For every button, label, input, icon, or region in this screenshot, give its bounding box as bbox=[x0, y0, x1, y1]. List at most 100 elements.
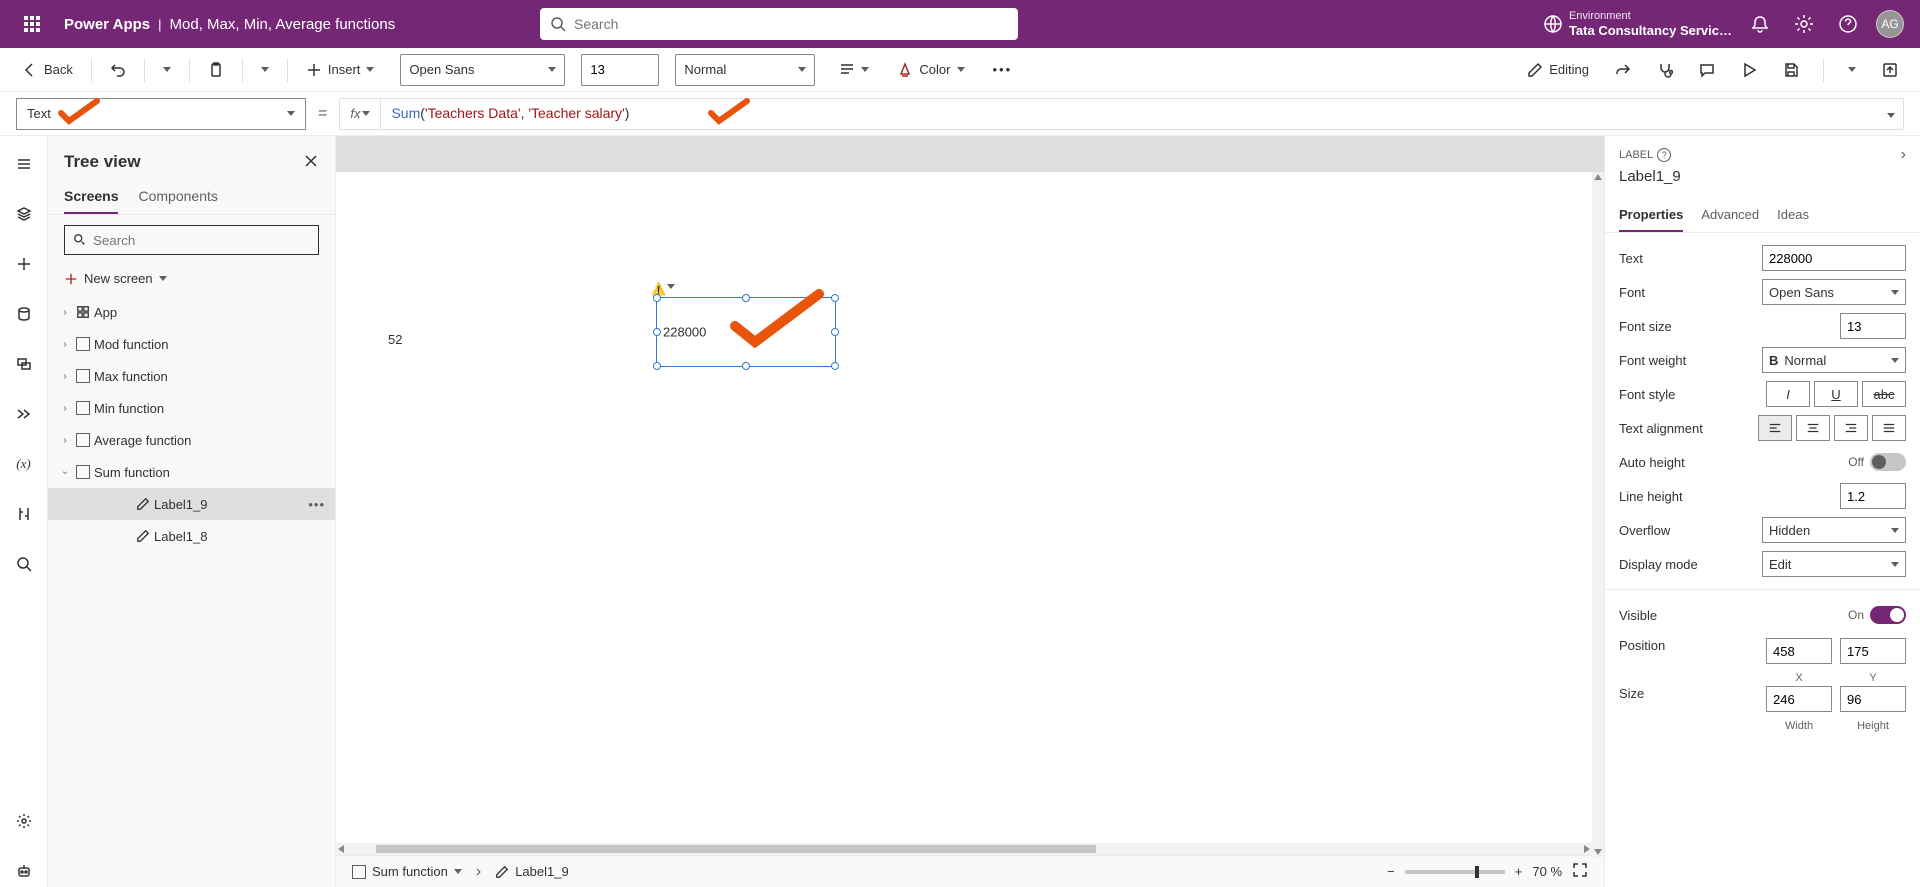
tree-item-app[interactable]: › App bbox=[48, 296, 335, 328]
canvas-horizontal-scrollbar[interactable] bbox=[336, 843, 1592, 855]
prop-text-input[interactable] bbox=[1762, 245, 1906, 271]
font-family-dropdown[interactable]: Open Sans bbox=[400, 54, 565, 86]
canvas[interactable]: 52 ⚠️ 228000 bbox=[336, 172, 1594, 843]
resize-handle[interactable] bbox=[653, 328, 661, 336]
variables-button[interactable]: (x) bbox=[8, 448, 40, 480]
breadcrumb-screen[interactable]: Sum function bbox=[352, 864, 462, 879]
app-checker-button[interactable] bbox=[1651, 58, 1679, 82]
settings-button[interactable] bbox=[1788, 8, 1820, 40]
prop-y-input[interactable] bbox=[1840, 638, 1906, 664]
resize-handle[interactable] bbox=[831, 294, 839, 302]
zoom-slider-thumb[interactable] bbox=[1475, 866, 1479, 878]
insert-pane-button[interactable] bbox=[8, 248, 40, 280]
tree-item-average-function[interactable]: › Average function bbox=[48, 424, 335, 456]
search-pane-button[interactable] bbox=[8, 548, 40, 580]
close-tree-button[interactable] bbox=[303, 153, 319, 172]
zoom-slider[interactable] bbox=[1405, 870, 1505, 874]
align-left-button[interactable] bbox=[1758, 415, 1792, 441]
italic-button[interactable]: I bbox=[1766, 381, 1810, 407]
font-size-input[interactable] bbox=[581, 54, 659, 86]
tree-item-max-function[interactable]: › Max function bbox=[48, 360, 335, 392]
save-button[interactable] bbox=[1777, 58, 1805, 82]
underline-button[interactable]: U bbox=[1814, 381, 1858, 407]
canvas-label1-8[interactable]: 52 bbox=[388, 332, 402, 347]
global-search-input[interactable] bbox=[574, 16, 1008, 32]
prop-fontweight-dropdown[interactable]: BNormal bbox=[1762, 347, 1906, 373]
formula-expand-button[interactable] bbox=[1879, 106, 1903, 121]
align-button[interactable] bbox=[833, 58, 875, 82]
paste-split-button[interactable] bbox=[255, 63, 275, 76]
comments-button[interactable] bbox=[1693, 58, 1721, 82]
zoom-out-button[interactable]: − bbox=[1387, 864, 1395, 879]
notifications-button[interactable] bbox=[1744, 8, 1776, 40]
resize-handle[interactable] bbox=[653, 362, 661, 370]
font-size-value[interactable] bbox=[590, 62, 650, 77]
back-button[interactable]: Back bbox=[16, 58, 79, 82]
canvas-vertical-scrollbar[interactable] bbox=[1592, 172, 1604, 857]
autoheight-toggle[interactable] bbox=[1870, 453, 1906, 471]
tree-item-sum-function[interactable]: › Sum function bbox=[48, 456, 335, 488]
tree-search[interactable] bbox=[64, 225, 319, 255]
tree-item-label1-9[interactable]: Label1_9 ••• bbox=[48, 488, 335, 520]
environment-picker[interactable]: Environment Tata Consultancy Servic… bbox=[1543, 10, 1732, 39]
resize-handle[interactable] bbox=[742, 362, 750, 370]
advanced-tools-button[interactable] bbox=[8, 498, 40, 530]
save-split-button[interactable] bbox=[1842, 63, 1862, 76]
virtual-agent-button[interactable] bbox=[8, 855, 40, 887]
help-button[interactable] bbox=[1832, 8, 1864, 40]
prop-fontsize-input[interactable] bbox=[1840, 313, 1906, 339]
tab-components[interactable]: Components bbox=[138, 180, 217, 214]
resize-handle[interactable] bbox=[831, 328, 839, 336]
global-search[interactable] bbox=[540, 8, 1018, 40]
undo-split-button[interactable] bbox=[157, 63, 177, 76]
tree-item-min-function[interactable]: › Min function bbox=[48, 392, 335, 424]
formula-editor[interactable]: fx Sum('Teachers Data', 'Teacher salary'… bbox=[339, 98, 1904, 130]
align-right-button[interactable] bbox=[1834, 415, 1868, 441]
control-name[interactable]: Label1_9 bbox=[1619, 168, 1906, 185]
tab-screens[interactable]: Screens bbox=[64, 180, 118, 214]
align-center-button[interactable] bbox=[1796, 415, 1830, 441]
tree-item-label1-8[interactable]: Label1_8 bbox=[48, 520, 335, 552]
settings-pane-button[interactable] bbox=[8, 805, 40, 837]
overflow-button[interactable]: ••• bbox=[987, 58, 1019, 81]
app-launcher-button[interactable] bbox=[8, 0, 56, 48]
property-selector[interactable]: Text bbox=[16, 98, 306, 130]
tree-view-button[interactable] bbox=[8, 198, 40, 230]
paste-button[interactable] bbox=[202, 58, 230, 82]
formula-input[interactable]: Sum('Teachers Data', 'Teacher salary') bbox=[381, 105, 1879, 122]
chevron-down-icon[interactable] bbox=[667, 284, 675, 289]
data-pane-button[interactable] bbox=[8, 298, 40, 330]
share-button[interactable] bbox=[1609, 58, 1637, 82]
app-file-name[interactable]: Mod, Max, Min, Average functions bbox=[170, 16, 396, 33]
info-icon[interactable]: ? bbox=[1657, 148, 1671, 162]
prop-lineheight-input[interactable] bbox=[1840, 483, 1906, 509]
tree-item-mod-function[interactable]: › Mod function bbox=[48, 328, 335, 360]
tab-advanced[interactable]: Advanced bbox=[1701, 199, 1759, 232]
font-weight-dropdown[interactable]: Normal bbox=[675, 54, 815, 86]
insert-button[interactable]: Insert bbox=[300, 58, 381, 82]
tree-item-more-button[interactable]: ••• bbox=[308, 497, 325, 512]
canvas-label1-9-selected[interactable]: ⚠️ 228000 bbox=[656, 297, 836, 367]
visible-toggle[interactable] bbox=[1870, 606, 1906, 624]
tree-search-input[interactable] bbox=[93, 233, 310, 248]
zoom-in-button[interactable]: + bbox=[1515, 864, 1523, 879]
hamburger-button[interactable] bbox=[8, 148, 40, 180]
publish-button[interactable] bbox=[1876, 58, 1904, 82]
scrollbar-thumb[interactable] bbox=[376, 845, 1096, 853]
new-screen-button[interactable]: New screen bbox=[48, 265, 335, 296]
user-avatar[interactable]: AG bbox=[1876, 10, 1904, 38]
prop-x-input[interactable] bbox=[1766, 638, 1832, 664]
align-justify-button[interactable] bbox=[1872, 415, 1906, 441]
undo-button[interactable] bbox=[104, 58, 132, 82]
strikethrough-button[interactable]: abc bbox=[1862, 381, 1906, 407]
editing-mode-button[interactable]: Editing bbox=[1521, 58, 1595, 82]
resize-handle[interactable] bbox=[742, 294, 750, 302]
prop-displaymode-dropdown[interactable]: Edit bbox=[1762, 551, 1906, 577]
tab-ideas[interactable]: Ideas bbox=[1777, 199, 1809, 232]
fx-label[interactable]: fx bbox=[340, 99, 381, 129]
resize-handle[interactable] bbox=[831, 362, 839, 370]
tab-properties[interactable]: Properties bbox=[1619, 199, 1683, 232]
prop-height-input[interactable] bbox=[1840, 686, 1906, 712]
prop-font-dropdown[interactable]: Open Sans bbox=[1762, 279, 1906, 305]
color-button[interactable]: Color bbox=[891, 58, 970, 82]
